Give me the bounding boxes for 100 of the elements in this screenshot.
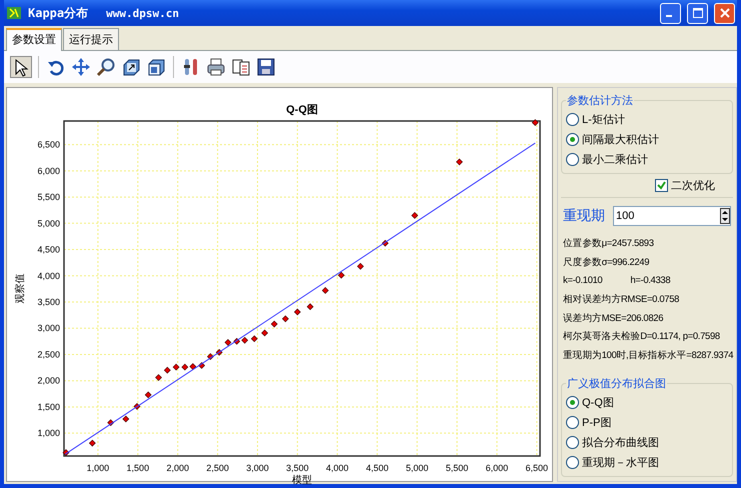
maximize-icon xyxy=(692,8,702,18)
move-icon xyxy=(71,57,91,77)
data-point xyxy=(282,315,289,322)
data-point xyxy=(270,320,278,328)
y-tick-label: 5,500 xyxy=(37,192,60,202)
x-tick-label: 1,500 xyxy=(126,463,150,473)
data-point xyxy=(198,362,206,369)
x-tick-label: 5,500 xyxy=(446,463,468,473)
return-period-spinner[interactable]: 100 xyxy=(613,206,732,226)
radio-option[interactable]: Q-Q图 xyxy=(566,392,614,412)
radio-button[interactable] xyxy=(566,132,579,146)
data-point xyxy=(62,449,70,456)
radio-button[interactable] xyxy=(566,436,579,449)
radio-button[interactable] xyxy=(566,396,579,409)
y-tick-label: 2,500 xyxy=(37,349,60,360)
tab[interactable]: 运行提示 xyxy=(63,28,119,50)
x-tick-label: 6,000 xyxy=(486,463,508,473)
data-point xyxy=(382,240,389,247)
data-point xyxy=(134,403,140,410)
y-tick-label: 6,500 xyxy=(37,140,60,150)
checkbox[interactable] xyxy=(655,179,668,192)
data-point xyxy=(411,212,418,219)
chart-title: Q-Q图 xyxy=(286,104,318,116)
x-tick-label: 1,000 xyxy=(86,463,110,473)
data-point xyxy=(306,303,314,310)
data-point xyxy=(338,272,345,279)
save-icon xyxy=(256,57,276,77)
group-title: 参数估计方法 xyxy=(566,93,634,108)
x-tick-label: 2,500 xyxy=(206,463,229,473)
search-tool[interactable] xyxy=(95,56,117,78)
spin-arrows-icon xyxy=(720,208,730,224)
data-point xyxy=(532,119,539,126)
result-text: 相对误差均方RMSE=0.0758 xyxy=(563,293,680,306)
radio-button[interactable] xyxy=(566,456,579,469)
y-tick-label: 6,000 xyxy=(37,166,60,176)
maximize-button[interactable] xyxy=(687,2,708,24)
close-icon xyxy=(720,8,730,18)
move-tool[interactable] xyxy=(70,56,92,78)
y-tick-label: 1,500 xyxy=(37,402,60,412)
radio-button[interactable] xyxy=(566,152,579,166)
data-point xyxy=(224,338,232,346)
data-point xyxy=(107,419,114,426)
y-axis-label: 观察值 xyxy=(15,274,26,304)
website-url: www.dpsw.cn xyxy=(106,6,180,20)
minimize-button[interactable] xyxy=(660,2,681,24)
data-point xyxy=(456,158,463,166)
result-text: 误差均方MSE=206.0826 xyxy=(563,312,664,325)
tab[interactable]: 参数设置 xyxy=(6,28,62,51)
radio-button[interactable] xyxy=(566,416,579,429)
minimize-icon xyxy=(666,15,672,17)
y-tick-label: 4,000 xyxy=(37,270,60,281)
optimize-checkbox-option[interactable]: 二次优化 xyxy=(561,174,734,197)
y-tick-label: 1,000 xyxy=(37,428,60,438)
return-period-label: 重现期 xyxy=(563,207,605,225)
data-point xyxy=(164,366,171,374)
result-text: h=-0.4338 xyxy=(630,275,670,286)
data-point xyxy=(357,262,364,270)
radio-button[interactable] xyxy=(566,112,579,126)
print-tool[interactable] xyxy=(205,56,227,78)
print-icon xyxy=(206,57,226,77)
x-tick-label: 5,000 xyxy=(406,463,428,473)
data-point xyxy=(88,440,96,447)
cube-icon xyxy=(146,57,166,77)
magnifier-icon xyxy=(96,57,116,77)
copy-icon xyxy=(231,57,251,77)
x-axis-label: 模型 xyxy=(292,475,312,486)
y-tick-label: 2,000 xyxy=(37,376,60,386)
close-button[interactable] xyxy=(714,2,735,24)
save-tool[interactable] xyxy=(255,56,277,78)
export-icon xyxy=(121,57,141,77)
x-tick-label: 4,500 xyxy=(366,463,388,473)
radio-option[interactable]: 最小二乘估计 xyxy=(566,149,648,169)
radio-option[interactable]: 间隔最大积估计 xyxy=(566,129,659,149)
result-text: 柯尔莫哥洛夫检验D=0.1174, p=0.7598 xyxy=(563,330,720,344)
result-text: k=-0.1010 xyxy=(563,275,602,286)
radio-option[interactable]: 拟合分布曲线图 xyxy=(566,432,659,452)
y-tick-label: 3,000 xyxy=(37,323,60,334)
data-point xyxy=(122,416,130,422)
radio-option[interactable]: 重现期－水平图 xyxy=(566,452,659,472)
group-title: 广义极值分布拟合图 xyxy=(566,376,667,392)
data-point xyxy=(322,287,329,294)
data-point xyxy=(155,374,162,381)
data-point xyxy=(207,353,214,360)
data-point xyxy=(294,308,301,316)
x-tick-label: 6,500 xyxy=(526,463,548,473)
result-text: 位置参数μ=2457.5893 xyxy=(563,236,654,250)
data-point xyxy=(216,348,223,356)
y-tick-label: 3,500 xyxy=(37,297,60,307)
result-text: 尺度参数σ=996.2249 xyxy=(563,256,650,269)
radio-option[interactable]: L-矩估计 xyxy=(566,109,625,129)
pointer-tool[interactable] xyxy=(10,56,32,78)
x-tick-label: 2,000 xyxy=(166,463,189,473)
y-tick-label: 5,000 xyxy=(37,218,60,228)
app-icon xyxy=(6,6,22,20)
data-point xyxy=(250,335,258,342)
x-tick-label: 4,000 xyxy=(326,463,349,473)
data-point xyxy=(144,391,152,398)
window-title: Kappa分布 xyxy=(28,4,88,22)
data-point xyxy=(261,330,268,336)
radio-option[interactable]: P-P图 xyxy=(566,412,612,432)
